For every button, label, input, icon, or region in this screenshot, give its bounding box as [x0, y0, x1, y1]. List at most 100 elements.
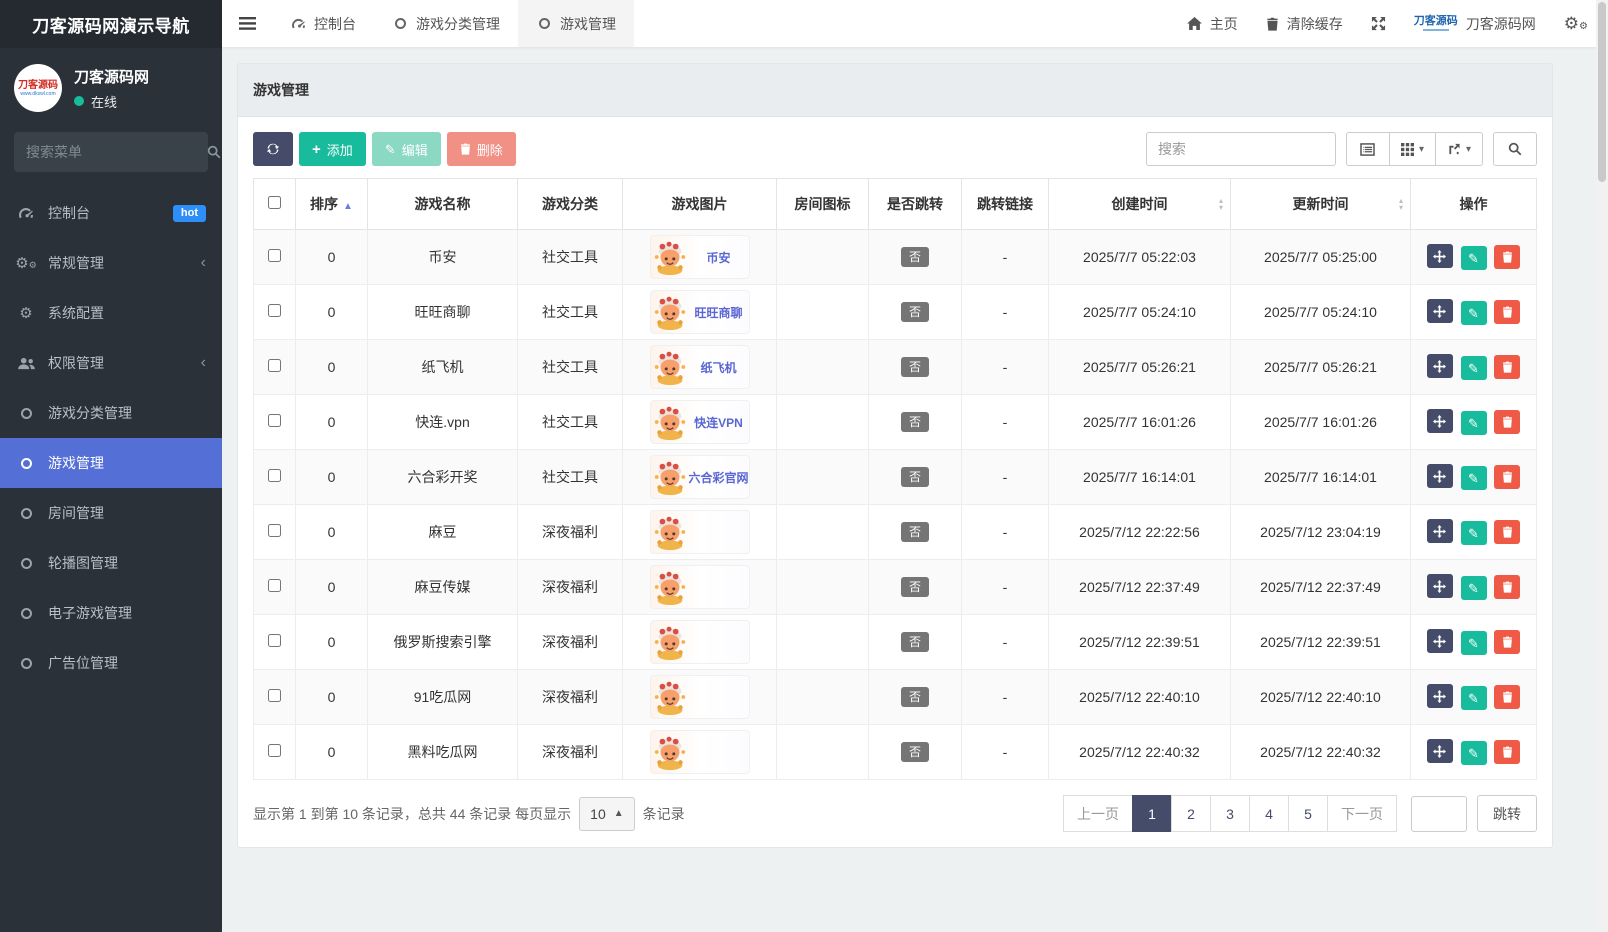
game-image[interactable]: 快连VPN — [650, 400, 750, 444]
row-checkbox[interactable] — [268, 744, 281, 757]
scrollbar-thumb[interactable] — [1598, 2, 1606, 182]
next-page-button[interactable]: 下一页 — [1327, 795, 1397, 832]
row-drag-button[interactable] — [1427, 519, 1453, 543]
page-size-dropdown[interactable]: 10 ▲ — [579, 797, 634, 831]
game-image[interactable]: 旺旺商聊 — [650, 290, 750, 334]
sidebar-item-game-management[interactable]: 游戏管理 — [0, 438, 222, 488]
menu-toggle-button[interactable] — [222, 0, 272, 47]
tab-game-category[interactable]: 游戏分类管理 — [374, 0, 518, 47]
sidebar-item-carousel[interactable]: 轮播图管理 — [0, 538, 222, 588]
row-checkbox[interactable] — [268, 414, 281, 427]
columns-dropdown-button[interactable]: ▾ — [1390, 132, 1436, 166]
column-header-updated[interactable]: 更新时间▴▾ — [1231, 179, 1411, 230]
toggle-search-button[interactable] — [1493, 132, 1537, 166]
row-edit-button[interactable]: ✎ — [1461, 521, 1487, 545]
row-drag-button[interactable] — [1427, 739, 1453, 763]
game-image[interactable]: 六合彩官网 — [650, 455, 750, 499]
row-drag-button[interactable] — [1427, 629, 1453, 653]
row-checkbox[interactable] — [268, 524, 281, 537]
game-image[interactable]: 币安 — [650, 235, 750, 279]
row-edit-button[interactable]: ✎ — [1461, 631, 1487, 655]
row-edit-button[interactable]: ✎ — [1461, 411, 1487, 435]
detail-view-button[interactable] — [1346, 132, 1390, 166]
row-checkbox[interactable] — [268, 249, 281, 262]
refresh-button[interactable] — [253, 132, 293, 166]
sidebar-item-dashboard[interactable]: 控制台 hot — [0, 188, 222, 238]
game-image[interactable] — [650, 620, 750, 664]
row-delete-button[interactable] — [1494, 410, 1520, 434]
fullscreen-button[interactable] — [1371, 16, 1386, 31]
row-drag-button[interactable] — [1427, 299, 1453, 323]
row-delete-button[interactable] — [1494, 740, 1520, 764]
page-button-5[interactable]: 5 — [1288, 795, 1328, 832]
row-checkbox[interactable] — [268, 689, 281, 702]
game-image[interactable] — [650, 510, 750, 554]
edit-button[interactable]: ✎ 编辑 — [372, 132, 441, 166]
row-drag-button[interactable] — [1427, 409, 1453, 433]
menu-search-input[interactable] — [26, 144, 207, 160]
game-image[interactable] — [650, 565, 750, 609]
page-button-1[interactable]: 1 — [1132, 795, 1172, 832]
row-edit-button[interactable]: ✎ — [1461, 686, 1487, 710]
tab-dashboard[interactable]: 控制台 — [272, 0, 374, 47]
row-delete-button[interactable] — [1494, 300, 1520, 324]
pagination-info-prefix: 显示第 1 到第 10 条记录，总共 44 条记录 每页显示 — [253, 804, 571, 824]
row-edit-button[interactable]: ✎ — [1461, 741, 1487, 765]
row-drag-button[interactable] — [1427, 574, 1453, 598]
cell-game-category: 社交工具 — [518, 285, 623, 340]
sidebar-item-ad-slots[interactable]: 广告位管理 — [0, 638, 222, 688]
row-edit-button[interactable]: ✎ — [1461, 576, 1487, 600]
row-checkbox[interactable] — [268, 359, 281, 372]
sidebar-item-system-config[interactable]: ⚙ 系统配置 — [0, 288, 222, 338]
page-button-4[interactable]: 4 — [1249, 795, 1289, 832]
game-image[interactable]: 纸飞机 — [650, 345, 750, 389]
row-checkbox[interactable] — [268, 579, 281, 592]
game-image[interactable] — [650, 730, 750, 774]
row-delete-button[interactable] — [1494, 575, 1520, 599]
row-edit-button[interactable]: ✎ — [1461, 301, 1487, 325]
row-checkbox[interactable] — [268, 634, 281, 647]
row-delete-button[interactable] — [1494, 520, 1520, 544]
row-edit-button[interactable]: ✎ — [1461, 356, 1487, 380]
row-delete-button[interactable] — [1494, 630, 1520, 654]
row-drag-button[interactable] — [1427, 684, 1453, 708]
page-button-2[interactable]: 2 — [1171, 795, 1211, 832]
clear-cache-link[interactable]: 清除缓存 — [1266, 14, 1343, 34]
row-drag-button[interactable] — [1427, 244, 1453, 268]
row-delete-button[interactable] — [1494, 245, 1520, 269]
jump-page-button[interactable]: 跳转 — [1477, 795, 1537, 832]
page-button-3[interactable]: 3 — [1210, 795, 1250, 832]
settings-button[interactable]: ⚙⚙ — [1564, 15, 1588, 32]
row-delete-button[interactable] — [1494, 685, 1520, 709]
add-button[interactable]: + 添加 — [299, 132, 366, 166]
sidebar-item-permissions[interactable]: 权限管理 ‹ — [0, 338, 222, 388]
sidebar-item-general[interactable]: ⚙⚙ 常规管理 ‹ — [0, 238, 222, 288]
window-scrollbar[interactable] — [1596, 0, 1608, 932]
home-link[interactable]: 主页 — [1187, 14, 1238, 34]
table-search-input[interactable] — [1146, 132, 1336, 166]
select-all-checkbox[interactable] — [268, 196, 281, 209]
sidebar-item-electronic-games[interactable]: 电子游戏管理 — [0, 588, 222, 638]
game-image[interactable] — [650, 675, 750, 719]
export-dropdown-button[interactable]: ▾ — [1436, 132, 1483, 166]
jump-page-input[interactable] — [1411, 796, 1467, 832]
row-drag-button[interactable] — [1427, 464, 1453, 488]
row-edit-button[interactable]: ✎ — [1461, 246, 1487, 270]
game-management-panel: 游戏管理 + 添加 ✎ 编辑 — [237, 63, 1553, 848]
row-edit-button[interactable]: ✎ — [1461, 466, 1487, 490]
delete-button[interactable]: 删除 — [447, 132, 516, 166]
trash-icon — [1502, 691, 1513, 703]
cogs-icon: ⚙⚙ — [16, 256, 36, 271]
tab-game-management[interactable]: 游戏管理 — [518, 0, 634, 47]
sidebar-item-game-category[interactable]: 游戏分类管理 — [0, 388, 222, 438]
site-account[interactable]: 刀客源码 刀客源码网 — [1414, 14, 1536, 34]
row-delete-button[interactable] — [1494, 355, 1520, 379]
sidebar-item-room-management[interactable]: 房间管理 — [0, 488, 222, 538]
row-checkbox[interactable] — [268, 304, 281, 317]
row-checkbox[interactable] — [268, 469, 281, 482]
row-delete-button[interactable] — [1494, 465, 1520, 489]
column-header-created[interactable]: 创建时间▴▾ — [1049, 179, 1231, 230]
column-header-sort[interactable]: 排序▲ — [296, 179, 368, 230]
prev-page-button[interactable]: 上一页 — [1063, 795, 1133, 832]
row-drag-button[interactable] — [1427, 354, 1453, 378]
